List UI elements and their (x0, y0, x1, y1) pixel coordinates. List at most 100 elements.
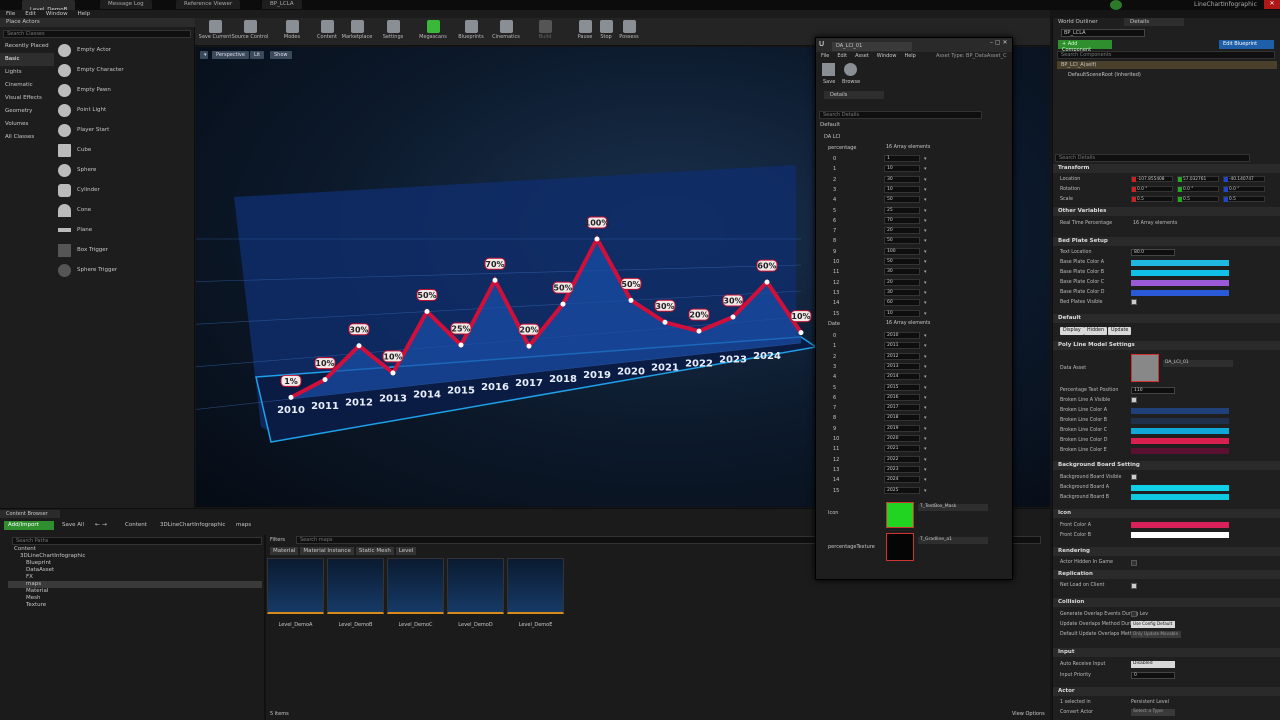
convert-actor-select[interactable]: Select a Type (1131, 709, 1175, 716)
dropdown-icon[interactable]: ▾ (924, 278, 927, 288)
array-value-input[interactable]: 30 (884, 175, 920, 183)
input-section[interactable]: Input (1053, 648, 1280, 657)
back-icon[interactable]: ← → (95, 521, 107, 528)
folder-material[interactable]: Material (8, 588, 262, 595)
broken-line-visible-checkbox[interactable] (1131, 397, 1137, 403)
collision-section[interactable]: Collision (1053, 598, 1280, 607)
vector-component-input[interactable]: 0.5 (1223, 196, 1265, 202)
dropdown-icon[interactable]: ▾ (924, 257, 927, 267)
update-overlaps-select[interactable]: Use Config Default (1131, 621, 1175, 628)
search-components-input[interactable]: Search Components (1057, 51, 1275, 59)
dropdown-icon[interactable]: ▾ (924, 352, 927, 362)
array-value-input[interactable]: 2015 (884, 383, 920, 391)
menu-file[interactable]: File (6, 10, 15, 18)
tab-bp-lcla[interactable]: BP_LCLA (262, 0, 302, 9)
array-value-input[interactable]: 2023 (884, 465, 920, 473)
vector-component-input[interactable]: -40.140747 (1223, 176, 1265, 182)
asset-thumbnail[interactable] (507, 558, 564, 614)
list-item[interactable]: Empty Pawn (54, 80, 194, 100)
dropdown-icon[interactable]: ▾ (924, 164, 927, 174)
category-volumes[interactable]: Volumes (0, 118, 54, 131)
icon-asset-select[interactable]: T_TextBox_Mask (918, 504, 988, 511)
browse-button[interactable]: Browse (842, 79, 860, 85)
breadcrumb-maps[interactable]: maps (236, 522, 251, 528)
display-button[interactable]: Display (1060, 327, 1084, 335)
rendering-section[interactable]: Rendering (1053, 547, 1280, 556)
browse-icon[interactable] (844, 63, 857, 76)
array-value-input[interactable]: 2025 (884, 486, 920, 494)
array-value-input[interactable]: 70 (884, 216, 920, 224)
details-search-input[interactable]: Search Details (1055, 154, 1250, 162)
dropdown-icon[interactable]: ▾ (924, 383, 927, 393)
list-item[interactable]: Sphere (54, 160, 194, 180)
vector-component-input[interactable]: 0.0 ° (1223, 186, 1265, 192)
icon-section[interactable]: Icon (1053, 509, 1280, 518)
blueprints-button[interactable]: Blueprints (451, 20, 491, 45)
dropdown-icon[interactable]: ▾ (924, 434, 927, 444)
replication-section[interactable]: Replication (1053, 570, 1280, 579)
view-options-button[interactable]: View Options (1012, 711, 1045, 717)
dropdown-icon[interactable]: ▾ (924, 465, 927, 475)
asset-thumbnail[interactable] (387, 558, 444, 614)
breadcrumb-content[interactable]: Content (125, 522, 147, 528)
dropdown-icon[interactable]: ▾ (924, 393, 927, 403)
source-control-button[interactable]: Source Control (230, 20, 270, 45)
array-value-input[interactable]: 20 (884, 227, 920, 235)
list-item[interactable]: Sphere Trigger (54, 260, 194, 280)
array-value-input[interactable]: 2016 (884, 393, 920, 401)
bed-plates-visible-checkbox[interactable] (1131, 299, 1137, 305)
generate-overlap-checkbox[interactable] (1131, 611, 1137, 617)
list-item[interactable]: Empty Character (54, 60, 194, 80)
dropdown-icon[interactable]: ▾ (924, 247, 927, 257)
edit-blueprint-button[interactable]: Edit Blueprint (1219, 40, 1274, 49)
asset-thumbnail[interactable] (447, 558, 504, 614)
dropdown-icon[interactable]: ▾ (924, 341, 927, 351)
array-value-input[interactable]: 25 (884, 206, 920, 214)
default-update-overlaps-select[interactable]: Only Update Movable (1131, 631, 1181, 638)
dropdown-icon[interactable]: ▾ (924, 455, 927, 465)
dropdown-icon[interactable]: ▾ (924, 413, 927, 423)
folder-blueprint[interactable]: Blueprint (8, 560, 262, 567)
settings-button[interactable]: Settings (373, 20, 413, 45)
window-controls[interactable]: – ▢ ✕ (990, 39, 1008, 46)
vector-component-input[interactable]: 0.0 ° (1177, 186, 1219, 192)
background-board-section[interactable]: Background Board Setting (1053, 461, 1280, 470)
array-value-input[interactable]: 20 (884, 278, 920, 286)
color-swatch[interactable] (1131, 438, 1229, 444)
category-visual-effects[interactable]: Visual Effects (0, 92, 54, 105)
dropdown-icon[interactable]: ▾ (924, 444, 927, 454)
list-item[interactable]: Cube (54, 140, 194, 160)
category-basic[interactable]: Basic (0, 53, 54, 66)
menu-edit[interactable]: Edit (25, 10, 36, 18)
update-button[interactable]: Update (1108, 327, 1132, 335)
data-asset-select[interactable]: DA_LCI_01 (1163, 360, 1233, 367)
dropdown-icon[interactable]: ▾ (924, 475, 927, 485)
color-swatch[interactable] (1131, 280, 1229, 286)
color-swatch[interactable] (1131, 532, 1229, 538)
folder-project[interactable]: 3DLineChartInfographic (8, 553, 262, 560)
list-item[interactable]: Empty Actor (54, 40, 194, 60)
array-value-input[interactable]: 10 (884, 165, 920, 173)
category-geometry[interactable]: Geometry (0, 105, 54, 118)
dropdown-icon[interactable]: ▾ (924, 403, 927, 413)
filter-material-instance[interactable]: Material Instance (300, 547, 354, 555)
dropdown-icon[interactable]: ▾ (924, 216, 927, 226)
transform-section[interactable]: Transform (1053, 164, 1280, 173)
save-all-button[interactable]: Save All (62, 522, 84, 528)
percentage-text-position-input[interactable]: 110 (1131, 387, 1175, 394)
filters-button[interactable]: Filters (270, 537, 285, 543)
dropdown-icon[interactable]: ▾ (924, 267, 927, 277)
actor-hidden-in-game-checkbox[interactable] (1131, 560, 1137, 566)
modes-button[interactable]: Modes (272, 20, 312, 45)
other-variables-section[interactable]: Other Variables (1053, 207, 1280, 216)
hidden-button[interactable]: Hidden (1084, 327, 1108, 335)
da-menu-help[interactable]: Help (904, 53, 915, 59)
texture-thumbnail[interactable] (886, 533, 914, 561)
array-value-input[interactable]: 2010 (884, 332, 920, 339)
filter-material[interactable]: Material (270, 547, 299, 555)
list-item[interactable]: Plane (54, 220, 194, 240)
search-classes-input[interactable]: Search Classes (3, 30, 191, 38)
details-tab[interactable]: Details (1124, 18, 1184, 26)
asset-thumbnail[interactable] (327, 558, 384, 614)
array-value-input[interactable]: 50 (884, 196, 920, 204)
